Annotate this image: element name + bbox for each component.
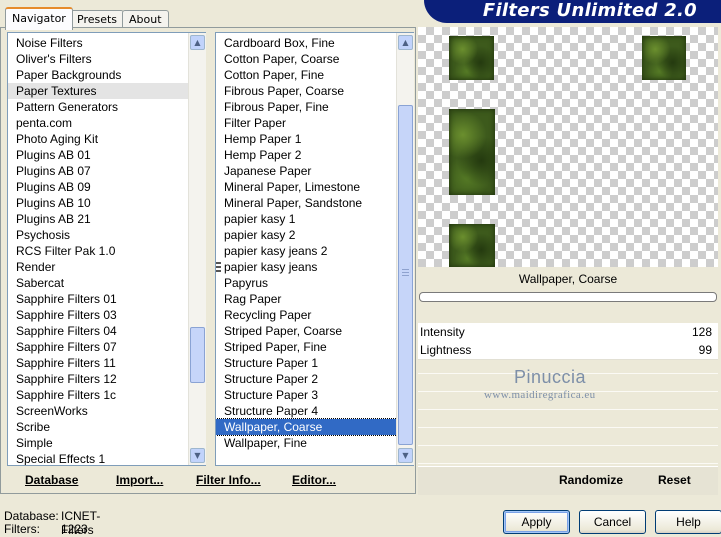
scroll-down-icon[interactable]: ▼ (190, 448, 205, 463)
list-item[interactable]: Structure Paper 4 (216, 403, 413, 419)
list-item[interactable]: Sapphire Filters 12 (8, 371, 205, 387)
list-item[interactable]: RCS Filter Pak 1.0 (8, 243, 205, 259)
list-item[interactable]: papier kasy 2 (216, 227, 413, 243)
progress-bar (419, 292, 717, 302)
tab-presets[interactable]: Presets (70, 10, 125, 28)
list-item[interactable]: Sapphire Filters 11 (8, 355, 205, 371)
list-item[interactable]: Sapphire Filters 01 (8, 291, 205, 307)
list-item[interactable]: Cardboard Box, Fine (216, 35, 413, 51)
texture-tile (449, 36, 494, 80)
list-item[interactable]: ScreenWorks (8, 403, 205, 419)
texture-tile (449, 224, 495, 267)
list-item[interactable]: Sapphire Filters 07 (8, 339, 205, 355)
list-item[interactable]: papier kasy jeans 2 (216, 243, 413, 259)
list-item[interactable]: Special Effects 1 (8, 451, 205, 465)
list-item[interactable]: penta.com (8, 115, 205, 131)
scroll-up-icon[interactable]: ▲ (398, 35, 413, 50)
list-item[interactable]: Scribe (8, 419, 205, 435)
list-item[interactable]: Oliver's Filters (8, 51, 205, 67)
scroll-thumb[interactable] (190, 327, 205, 383)
list-item[interactable]: Sapphire Filters 03 (8, 307, 205, 323)
scroll-down-icon[interactable]: ▼ (398, 448, 413, 463)
param-intensity[interactable]: Intensity 128 (418, 323, 718, 342)
category-list[interactable]: Noise Filters Oliver's Filters Paper Backg… (7, 32, 206, 466)
list-item[interactable]: Paper Backgrounds (8, 67, 205, 83)
filter-info-button[interactable]: Filter Info... (196, 473, 261, 487)
list-item[interactable]: papier kasy jeans (216, 259, 413, 275)
param-value: 99 (698, 343, 712, 357)
watermark-url: www.maidiregrafica.eu (484, 389, 596, 401)
param-label: Intensity (420, 325, 465, 339)
list-item[interactable]: Fibrous Paper, Coarse (216, 83, 413, 99)
preview-filter-name: Wallpaper, Coarse (518, 272, 618, 286)
texture-tile (449, 109, 495, 195)
list-item[interactable]: Plugins AB 21 (8, 211, 205, 227)
apply-button[interactable]: Apply (503, 510, 570, 534)
cancel-button[interactable]: Cancel (579, 510, 646, 534)
watermark-title: Pinuccia (514, 367, 587, 387)
texture-tile (642, 36, 686, 80)
status-database: Database: ICNET-Filters (4, 509, 100, 537)
list-item[interactable]: Plugins AB 09 (8, 179, 205, 195)
list-item[interactable]: Sapphire Filters 1c (8, 387, 205, 403)
list-item[interactable]: Cotton Paper, Coarse (216, 51, 413, 67)
list-item[interactable]: papier kasy 1 (216, 211, 413, 227)
list-item[interactable]: Hemp Paper 2 (216, 147, 413, 163)
list-item[interactable]: Cotton Paper, Fine (216, 67, 413, 83)
list-item[interactable]: Photo Aging Kit (8, 131, 205, 147)
param-lightness[interactable]: Lightness 99 (418, 341, 718, 360)
database-button[interactable]: Database (25, 473, 78, 487)
list-item[interactable]: Recycling Paper (216, 307, 413, 323)
list-item[interactable]: Japanese Paper (216, 163, 413, 179)
list-item[interactable]: Fibrous Paper, Fine (216, 99, 413, 115)
tab-about[interactable]: About (122, 10, 169, 28)
list-item[interactable]: Mineral Paper, Sandstone (216, 195, 413, 211)
list-item[interactable]: Striped Paper, Fine (216, 339, 413, 355)
randomize-button[interactable]: Randomize (559, 473, 623, 487)
param-label: Lightness (420, 343, 472, 357)
list-item[interactable]: Pattern Generators (8, 99, 205, 115)
list-item[interactable]: Hemp Paper 1 (216, 131, 413, 147)
list-item[interactable]: Structure Paper 2 (216, 371, 413, 387)
list-item[interactable]: Plugins AB 10 (8, 195, 205, 211)
list-item[interactable]: Render (8, 259, 205, 275)
list-item[interactable]: Wallpaper, Coarse (216, 418, 413, 436)
list-item[interactable]: Paper Textures (8, 83, 205, 99)
list-item[interactable]: Rag Paper (216, 291, 413, 307)
list-item[interactable]: Noise Filters (8, 35, 205, 51)
drag-handle-icon[interactable] (216, 262, 221, 272)
help-button[interactable]: Help (655, 510, 721, 534)
status-label: Database: (4, 509, 59, 523)
list-item[interactable]: Mineral Paper, Limestone (216, 179, 413, 195)
scroll-up-icon[interactable]: ▲ (190, 35, 205, 50)
list-item[interactable]: Striped Paper, Coarse (216, 323, 413, 339)
list-item[interactable]: Sapphire Filters 04 (8, 323, 205, 339)
list-item[interactable]: Papyrus (216, 275, 413, 291)
editor-button[interactable]: Editor... (292, 473, 336, 487)
status-label: Filters: (4, 522, 40, 536)
category-scrollbar[interactable]: ▲ ▼ (188, 33, 206, 465)
list-item[interactable]: Structure Paper 3 (216, 387, 413, 403)
status-filters: Filters: 1223 (4, 522, 88, 536)
list-item[interactable]: Filter Paper (216, 115, 413, 131)
list-item[interactable]: Plugins AB 07 (8, 163, 205, 179)
preview-image (418, 27, 718, 267)
filter-scrollbar[interactable]: ▲ ▼ (396, 33, 414, 465)
status-value: 1223 (61, 522, 88, 536)
reset-button[interactable]: Reset (658, 473, 691, 487)
list-item[interactable]: Structure Paper 1 (216, 355, 413, 371)
list-item[interactable]: Wallpaper, Fine (216, 435, 413, 451)
scroll-thumb[interactable] (398, 105, 413, 445)
filter-list[interactable]: Cardboard Box, Fine Cotton Paper, Coarse C… (215, 32, 414, 466)
import-button[interactable]: Import... (116, 473, 163, 487)
param-value: 128 (691, 325, 712, 339)
list-item[interactable]: Psychosis (8, 227, 205, 243)
tab-navigator[interactable]: Navigator (5, 7, 73, 30)
list-item[interactable]: Plugins AB 01 (8, 147, 205, 163)
list-item[interactable]: Sabercat (8, 275, 205, 291)
list-item[interactable]: Simple (8, 435, 205, 451)
app-title-banner: Filters Unlimited 2.0 (424, 0, 721, 23)
